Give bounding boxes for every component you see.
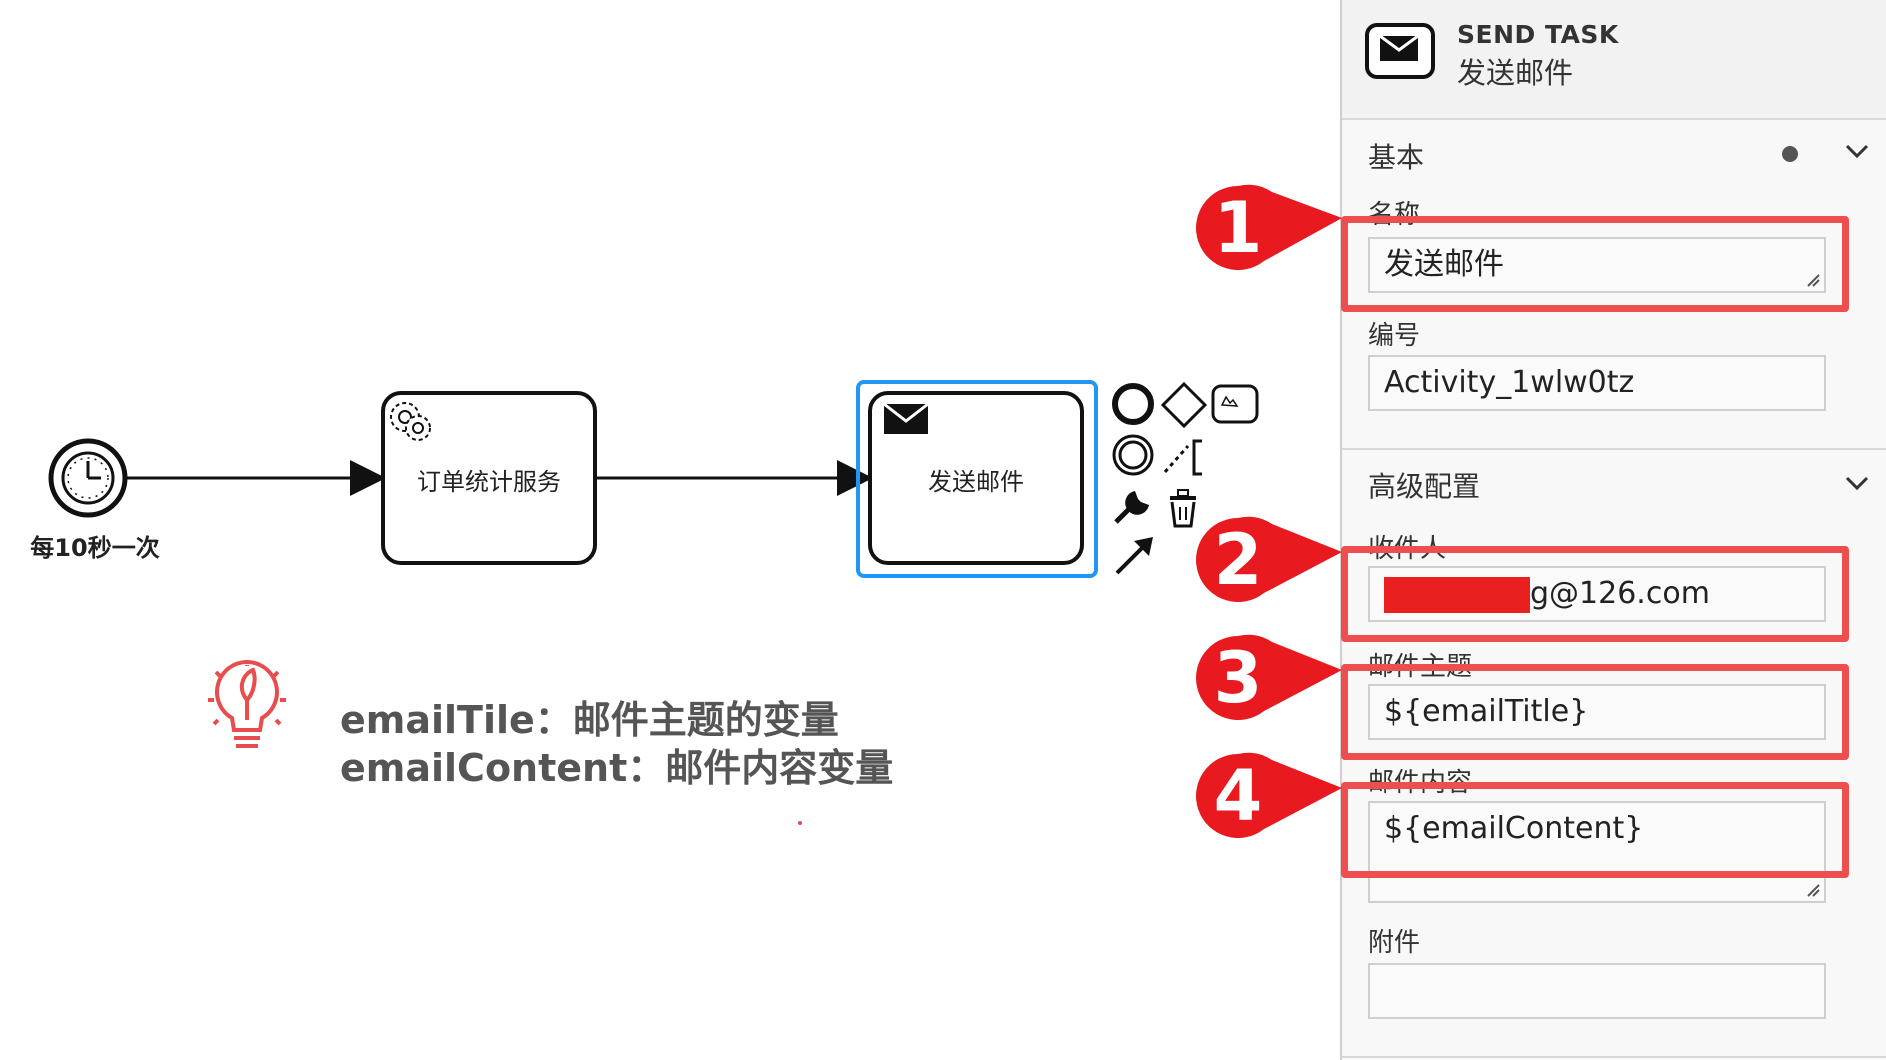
chevron-down-icon[interactable] bbox=[1844, 142, 1870, 160]
attachment-field[interactable] bbox=[1368, 963, 1826, 1019]
group-title-basic[interactable]: 基本 bbox=[1368, 136, 1424, 176]
lightbulb-icon bbox=[208, 660, 286, 748]
group-title-advanced[interactable]: 高级配置 bbox=[1368, 465, 1480, 505]
timer-start-event[interactable] bbox=[48, 438, 128, 518]
group-divider bbox=[1342, 1056, 1886, 1058]
id-field[interactable]: Activity_1wlw0tz bbox=[1368, 355, 1826, 411]
panel-header: SEND TASK 发送邮件 bbox=[1342, 0, 1886, 120]
service-task-label: 订单统计服务 bbox=[417, 468, 561, 496]
bpmn-canvas[interactable]: 每10秒一次 订单统计服务 发送邮件 emailTile：邮件主题的变量 ema… bbox=[0, 0, 1340, 1060]
append-intermediate-event-tool[interactable] bbox=[1112, 434, 1154, 476]
highlight-box-4 bbox=[1341, 782, 1849, 878]
send-task-label: 发送邮件 bbox=[928, 468, 1024, 496]
callout-number-1: 1 bbox=[1213, 187, 1263, 269]
envelope-icon bbox=[1365, 23, 1435, 79]
tip-text: emailTile：邮件主题的变量 emailContent：邮件内容变量 bbox=[340, 696, 893, 792]
attachment-label: 附件 bbox=[1368, 928, 1421, 958]
append-end-event-tool[interactable] bbox=[1112, 383, 1154, 425]
tip-line-subject: emailTile：邮件主题的变量 bbox=[340, 698, 839, 742]
callout-number-3: 3 bbox=[1213, 637, 1263, 719]
resize-handle-icon[interactable] bbox=[1806, 883, 1820, 897]
envelope-icon bbox=[883, 402, 929, 434]
chevron-down-icon[interactable] bbox=[1844, 474, 1870, 492]
text-annotation-tool[interactable] bbox=[1163, 439, 1202, 476]
element-name: 发送邮件 bbox=[1457, 56, 1574, 90]
diagram-svg bbox=[48, 380, 1259, 825]
properties-panel: SEND TASK 发送邮件 基本 名称 发送邮件 编号 Activity_1w… bbox=[1340, 0, 1886, 1060]
id-label: 编号 bbox=[1368, 321, 1421, 351]
timer-icon bbox=[61, 451, 115, 505]
element-type: SEND TASK bbox=[1457, 20, 1619, 49]
timer-event-label: 每10秒一次 bbox=[30, 534, 160, 562]
append-gateway-tool[interactable] bbox=[1160, 381, 1208, 429]
highlight-box-3 bbox=[1341, 664, 1849, 760]
group-modified-dot bbox=[1782, 146, 1798, 162]
trash-icon[interactable] bbox=[1170, 489, 1196, 528]
tip-line-content: emailContent：邮件内容变量 bbox=[340, 746, 894, 790]
id-value: Activity_1wlw0tz bbox=[1384, 365, 1635, 400]
highlight-box-2 bbox=[1341, 546, 1849, 642]
arrow-icon[interactable] bbox=[1115, 537, 1153, 575]
stray-dot bbox=[798, 821, 802, 825]
callout-number-2: 2 bbox=[1213, 519, 1263, 601]
wrench-icon[interactable] bbox=[1114, 491, 1149, 524]
append-task-tool[interactable] bbox=[1211, 384, 1259, 424]
callout-number-4: 4 bbox=[1213, 755, 1263, 837]
group-divider bbox=[1342, 448, 1886, 450]
highlight-box-1 bbox=[1341, 216, 1849, 312]
